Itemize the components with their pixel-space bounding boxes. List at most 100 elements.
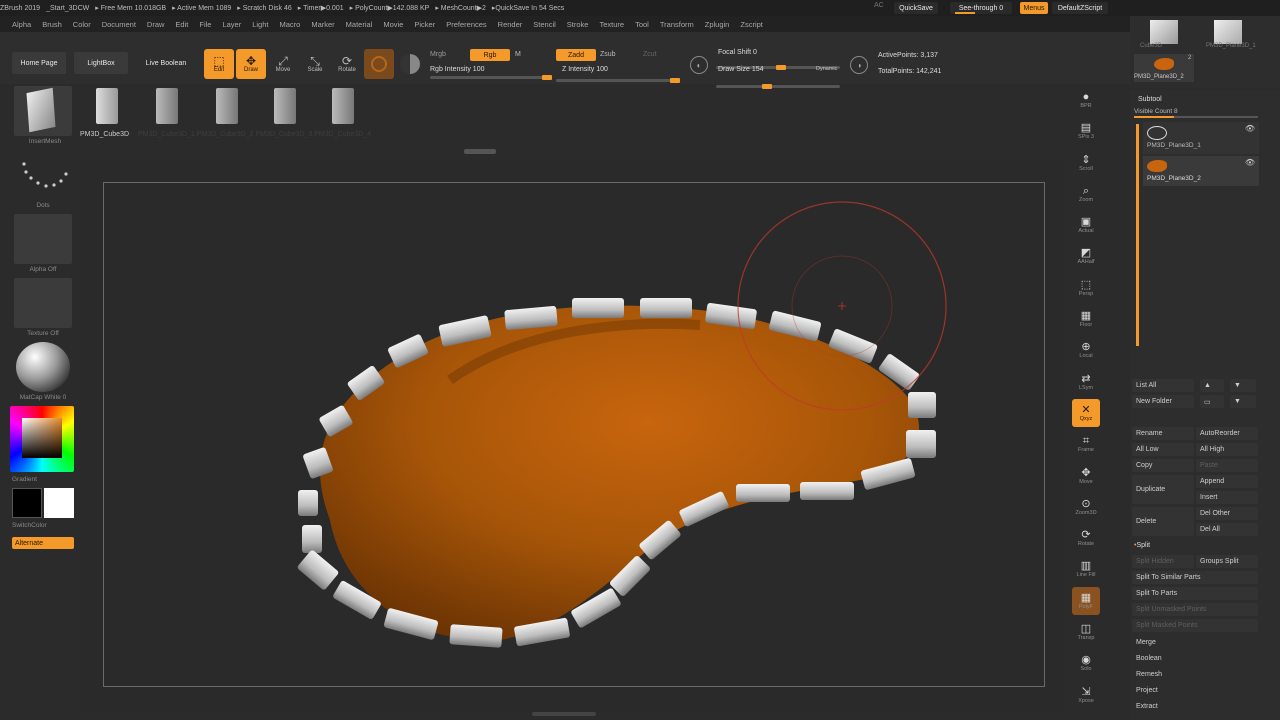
all-high-button[interactable]: All High — [1196, 443, 1258, 456]
project-section[interactable]: Project — [1132, 684, 1258, 697]
eye-icon[interactable]: 👁 — [1245, 124, 1255, 133]
bottom-drag-handle[interactable] — [532, 712, 596, 716]
autoreorder-button[interactable]: AutoReorder — [1196, 427, 1258, 440]
scroll-icon: ⇕ — [1081, 153, 1091, 166]
brush-cursor-cross — [838, 302, 846, 310]
stone-block — [640, 298, 692, 318]
shelf-button-zoom[interactable]: ⌕ Zoom — [1072, 180, 1100, 208]
split-parts-button[interactable]: Split To Parts — [1132, 587, 1258, 600]
remesh-section[interactable]: Remesh — [1132, 668, 1258, 681]
move-icon: ✥ — [1081, 466, 1091, 479]
delete-button[interactable]: Delete — [1132, 507, 1194, 536]
split-masked-button[interactable]: Split Masked Points — [1132, 619, 1258, 632]
groups-split-button[interactable]: Groups Split — [1196, 555, 1258, 568]
list-all-button[interactable]: List All — [1132, 379, 1194, 392]
shelf-button-label: Rotate — [1077, 541, 1095, 548]
lsym-icon: ⇄ — [1081, 372, 1091, 385]
aahalf-icon: ◩ — [1080, 247, 1092, 260]
shelf-button-label: Persp — [1078, 290, 1094, 297]
split-unmasked-button[interactable]: Split Unmasked Points — [1132, 603, 1258, 616]
merge-section[interactable]: Merge — [1132, 636, 1258, 649]
shelf-button-xyz[interactable]: ✕ Qxyz — [1072, 398, 1100, 427]
floor-icon: ▦ — [1080, 310, 1092, 323]
split-similar-button[interactable]: Split To Similar Parts — [1132, 571, 1258, 584]
bpr-icon: ● — [1082, 91, 1090, 103]
shelf-button-lsym[interactable]: ⇄ LSym — [1072, 368, 1100, 396]
shelf-button-frame[interactable]: ⌗ Frame — [1072, 430, 1100, 458]
shelf-button-linefill[interactable]: ▥ Line Fill — [1072, 555, 1100, 583]
shelf-button-rotate[interactable]: ⟳ Rotate — [1072, 524, 1100, 552]
stone-block — [800, 482, 854, 500]
shelf-button-zoom3d[interactable]: ⊙ Zoom3D — [1072, 493, 1100, 521]
all-low-button[interactable]: All Low — [1132, 443, 1194, 456]
shelf-button-xpose[interactable]: ⇲ Xpose — [1072, 681, 1100, 709]
zoom3d-icon: ⊙ — [1081, 497, 1091, 510]
shelf-button-scroll[interactable]: ⇕ Scroll — [1072, 149, 1100, 177]
arrow-down-icon: ▼ — [1234, 382, 1241, 389]
shelf-button-label: Floor — [1079, 322, 1093, 329]
frame-icon: ⌗ — [1082, 435, 1090, 448]
plane-tool-icon — [1154, 58, 1174, 70]
new-folder-button[interactable]: New Folder — [1132, 395, 1194, 408]
shelf-button-local[interactable]: ⊕ Local — [1072, 336, 1100, 364]
shelf-button-label: BPR — [1080, 103, 1092, 109]
paste-button[interactable]: Paste — [1196, 459, 1258, 472]
del-other-button[interactable]: Del Other — [1196, 507, 1258, 520]
current-tool-label: PM3D_Plane3D_2 — [1134, 74, 1184, 80]
shelf-button-solo[interactable]: ◉ Solo — [1072, 649, 1100, 677]
tool-thumb-cube[interactable] — [1150, 20, 1178, 44]
rename-button[interactable]: Rename — [1132, 427, 1194, 440]
shelf-button-floor[interactable]: ▦ Floor — [1072, 305, 1100, 333]
zoom-icon: ⌕ — [1082, 184, 1090, 197]
shelf-button-move[interactable]: ✥ Move — [1072, 462, 1100, 490]
move-down-button[interactable]: ▼ — [1230, 379, 1256, 392]
shelf-button-actual[interactable]: ▣ Actual — [1072, 211, 1100, 239]
shelf-button-label: AAHalf — [1077, 259, 1095, 266]
duplicate-button[interactable]: Duplicate — [1132, 475, 1194, 504]
stone-block — [736, 484, 790, 502]
shelf-button-label: Zoom3D — [1075, 509, 1097, 516]
extract-section[interactable]: Extract — [1132, 700, 1258, 713]
shelf-button-persp[interactable]: ⬚ Persp — [1072, 274, 1100, 302]
folder-down-button[interactable]: ▼ — [1230, 395, 1256, 408]
del-all-button[interactable]: Del All — [1196, 523, 1258, 536]
right-shelf-buttons: ● BPR ▤ SPix 3 ⇕ Scroll ⌕ Zoom ▣ Actual ◩ AAHalf ⬚ Pe… — [1072, 86, 1102, 712]
spix-icon: ▤ — [1080, 122, 1092, 135]
shelf-button-transp[interactable]: ◫ Transp — [1072, 618, 1100, 646]
shelf-button-label: PolyF — [1078, 603, 1094, 610]
split-section-title[interactable]: •Split — [1134, 542, 1150, 549]
plane-outline-icon — [1147, 126, 1167, 140]
shelf-button-label: Zoom — [1078, 196, 1094, 203]
boolean-section[interactable]: Boolean — [1132, 652, 1258, 665]
shelf-button-bpr[interactable]: ● BPR — [1072, 86, 1100, 114]
stone-block — [297, 550, 339, 590]
transp-icon: ◫ — [1080, 623, 1092, 636]
rotate-icon: ⟳ — [1081, 529, 1091, 542]
visible-count-slider[interactable]: Visible Count 8 — [1134, 108, 1178, 115]
stone-block — [298, 490, 318, 516]
insert-button[interactable]: Insert — [1196, 491, 1258, 504]
shelf-button-label: SPix 3 — [1078, 134, 1094, 141]
subtool-scrollbar[interactable] — [1136, 124, 1139, 346]
append-button[interactable]: Append — [1196, 475, 1258, 488]
shelf-button-aahalf[interactable]: ◩ AAHalf — [1072, 242, 1100, 270]
shelf-button-label: LSym — [1078, 384, 1094, 391]
shelf-button-polyf[interactable]: ▦ PolyF — [1072, 586, 1100, 615]
subtool-title[interactable]: Subtool — [1138, 96, 1162, 103]
shelf-button-spix[interactable]: ▤ SPix 3 — [1072, 117, 1100, 145]
subtool-item-active[interactable]: 👁 PM3D_Plane3D_2 — [1143, 156, 1259, 186]
split-hidden-button[interactable]: Split Hidden — [1132, 555, 1194, 568]
folder-up-button[interactable]: ▭ — [1200, 395, 1224, 408]
shelf-button-label: Solo — [1080, 666, 1092, 673]
move-up-button[interactable]: ▲ — [1200, 379, 1224, 392]
polyf-icon: ▦ — [1080, 591, 1092, 604]
eye-icon[interactable]: 👁 — [1245, 158, 1255, 167]
copy-button[interactable]: Copy — [1132, 459, 1194, 472]
persp-icon: ⬚ — [1080, 278, 1092, 291]
subtool-item-name: PM3D_Plane3D_1 — [1147, 142, 1201, 149]
stone-block — [302, 525, 322, 553]
subtool-item[interactable]: 👁 PM3D_Plane3D_1 — [1143, 122, 1259, 154]
xpose-icon: ⇲ — [1081, 685, 1091, 698]
tool-thumb-plane[interactable] — [1214, 20, 1242, 44]
arrow-up-icon: ▲ — [1204, 382, 1211, 389]
